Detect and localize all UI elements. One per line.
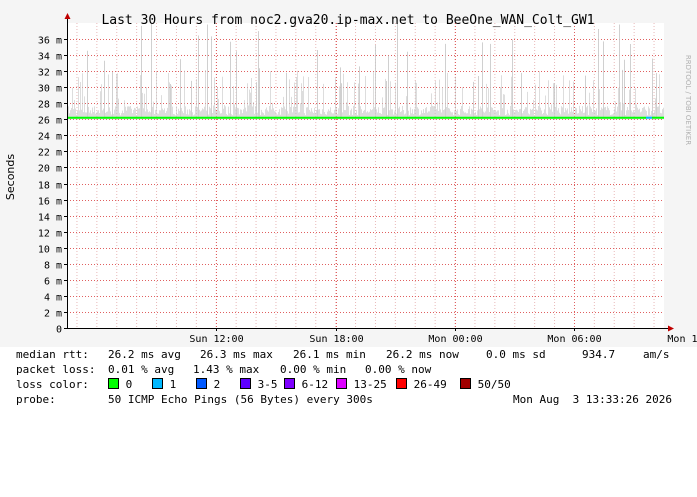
median-rtt-ams: 934.7 (582, 348, 616, 361)
y-tick-label: 22 m (38, 148, 62, 159)
y-tick-label: 4 m (44, 293, 62, 304)
y-axis-label: Seconds (4, 154, 17, 200)
median-rtt-row: median rtt: 26.2 ms avg 26.3 ms max 26.1… (16, 347, 686, 362)
smokeping-graph: 0 2 m 4 m 6 m 8 m 10 m 12 m 14 m 16 m 18 m 20 m 22 … (0, 0, 697, 410)
loss-color-item: 1 (152, 377, 176, 392)
y-tick-label: 32 m (38, 68, 62, 79)
loss-color-label: loss color: (16, 378, 89, 391)
y-tick-label: 36 m (38, 36, 62, 47)
median-rtt-now: 26.2 ms now (386, 348, 459, 361)
y-tick-label: 8 m (44, 261, 62, 272)
loss-color-item-label: 26-49 (407, 378, 447, 391)
chart-title: Last 30 Hours from noc2.gva20.ip-max.net… (101, 13, 594, 28)
loss-color-swatch (152, 378, 163, 389)
loss-color-item: 13-25 (336, 377, 387, 392)
y-tick-label: 0 (56, 325, 62, 336)
loss-color-item-label: 1 (163, 378, 177, 391)
loss-color-swatch (284, 378, 295, 389)
loss-color-swatch (460, 378, 471, 389)
y-tick-label: 34 m (38, 52, 62, 63)
packet-loss-now: 0.00 % now (365, 363, 432, 376)
packet-loss-label: packet loss: (16, 363, 96, 376)
median-rtt-avg: 26.2 ms avg (108, 348, 181, 361)
probe-description: 50 ICMP Echo Pings (56 Bytes) every 300s (108, 393, 373, 406)
x-tick-label: Sun 12:00 (189, 334, 243, 345)
loss-color-item: 6-12 (284, 377, 328, 392)
packet-loss-avg: 0.01 % avg (108, 363, 175, 376)
y-tick-label: 12 m (38, 229, 62, 240)
y-tick-label: 14 m (38, 213, 62, 224)
y-tick-label: 24 m (38, 132, 62, 143)
median-rtt-label: median rtt: (16, 348, 89, 361)
y-tick-label: 18 m (38, 181, 62, 192)
median-rtt-min: 26.1 ms min (293, 348, 366, 361)
loss-color-swatch (396, 378, 407, 389)
y-tick-label: 16 m (38, 197, 62, 208)
loss-color-item-label: 3-5 (251, 378, 278, 391)
median-rtt-max: 26.3 ms max (200, 348, 273, 361)
median-rtt-sd: 0.0 ms sd (486, 348, 546, 361)
loss-color-swatch (108, 378, 119, 389)
loss-color-item-label: 50/50 (471, 378, 511, 391)
y-tick-label: 20 m (38, 164, 62, 175)
loss-color-item: 2 (196, 377, 220, 392)
loss-color-item: 26-49 (396, 377, 447, 392)
y-tick-label: 10 m (38, 245, 62, 256)
loss-color-item: 50/50 (460, 377, 511, 392)
loss-color-item-label: 0 (119, 378, 133, 391)
x-tick-label: Mon 06:00 (547, 334, 601, 345)
y-tick-label: 6 m (44, 277, 62, 288)
y-tick-label: 26 m (38, 116, 62, 127)
loss-color-row: loss color: 0 1 2 3-5 6-12 13-25 26-49 5… (16, 377, 686, 392)
x-tick-label: Mon 00:00 (428, 334, 482, 345)
loss-color-item: 3-5 (240, 377, 278, 392)
loss-color-item-label: 2 (207, 378, 221, 391)
packet-loss-max: 1.43 % max (193, 363, 260, 376)
rtt-chart: 0 2 m 4 m 6 m 8 m 10 m 12 m 14 m 16 m 18 m 20 m 22 … (0, 0, 697, 347)
y-tick-label: 30 m (38, 84, 62, 95)
loss-color-swatch (336, 378, 347, 389)
loss-color-swatch (240, 378, 251, 389)
watermark: RRDTOOL / TOBI OETIKER (684, 55, 692, 145)
loss-color-item-label: 6-12 (295, 378, 329, 391)
y-tick-label: 2 m (44, 309, 62, 320)
x-tick-label: Mon 12:00 (667, 334, 697, 345)
median-rtt-ams-unit: am/s (643, 348, 670, 361)
x-tick-label: Sun 18:00 (309, 334, 363, 345)
probe-row: probe: 50 ICMP Echo Pings (56 Bytes) eve… (16, 392, 686, 407)
legend: median rtt: 26.2 ms avg 26.3 ms max 26.1… (16, 347, 686, 407)
loss-color-swatch (196, 378, 207, 389)
packet-loss-row: packet loss: 0.01 % avg 1.43 % max 0.00 … (16, 362, 686, 377)
probe-label: probe: (16, 393, 56, 406)
probe-timestamp: Mon Aug 3 13:33:26 2026 (513, 393, 672, 406)
packet-loss-min: 0.00 % min (280, 363, 347, 376)
loss-color-item-label: 13-25 (347, 378, 387, 391)
loss-color-item: 0 (108, 377, 132, 392)
y-tick-label: 28 m (38, 100, 62, 111)
